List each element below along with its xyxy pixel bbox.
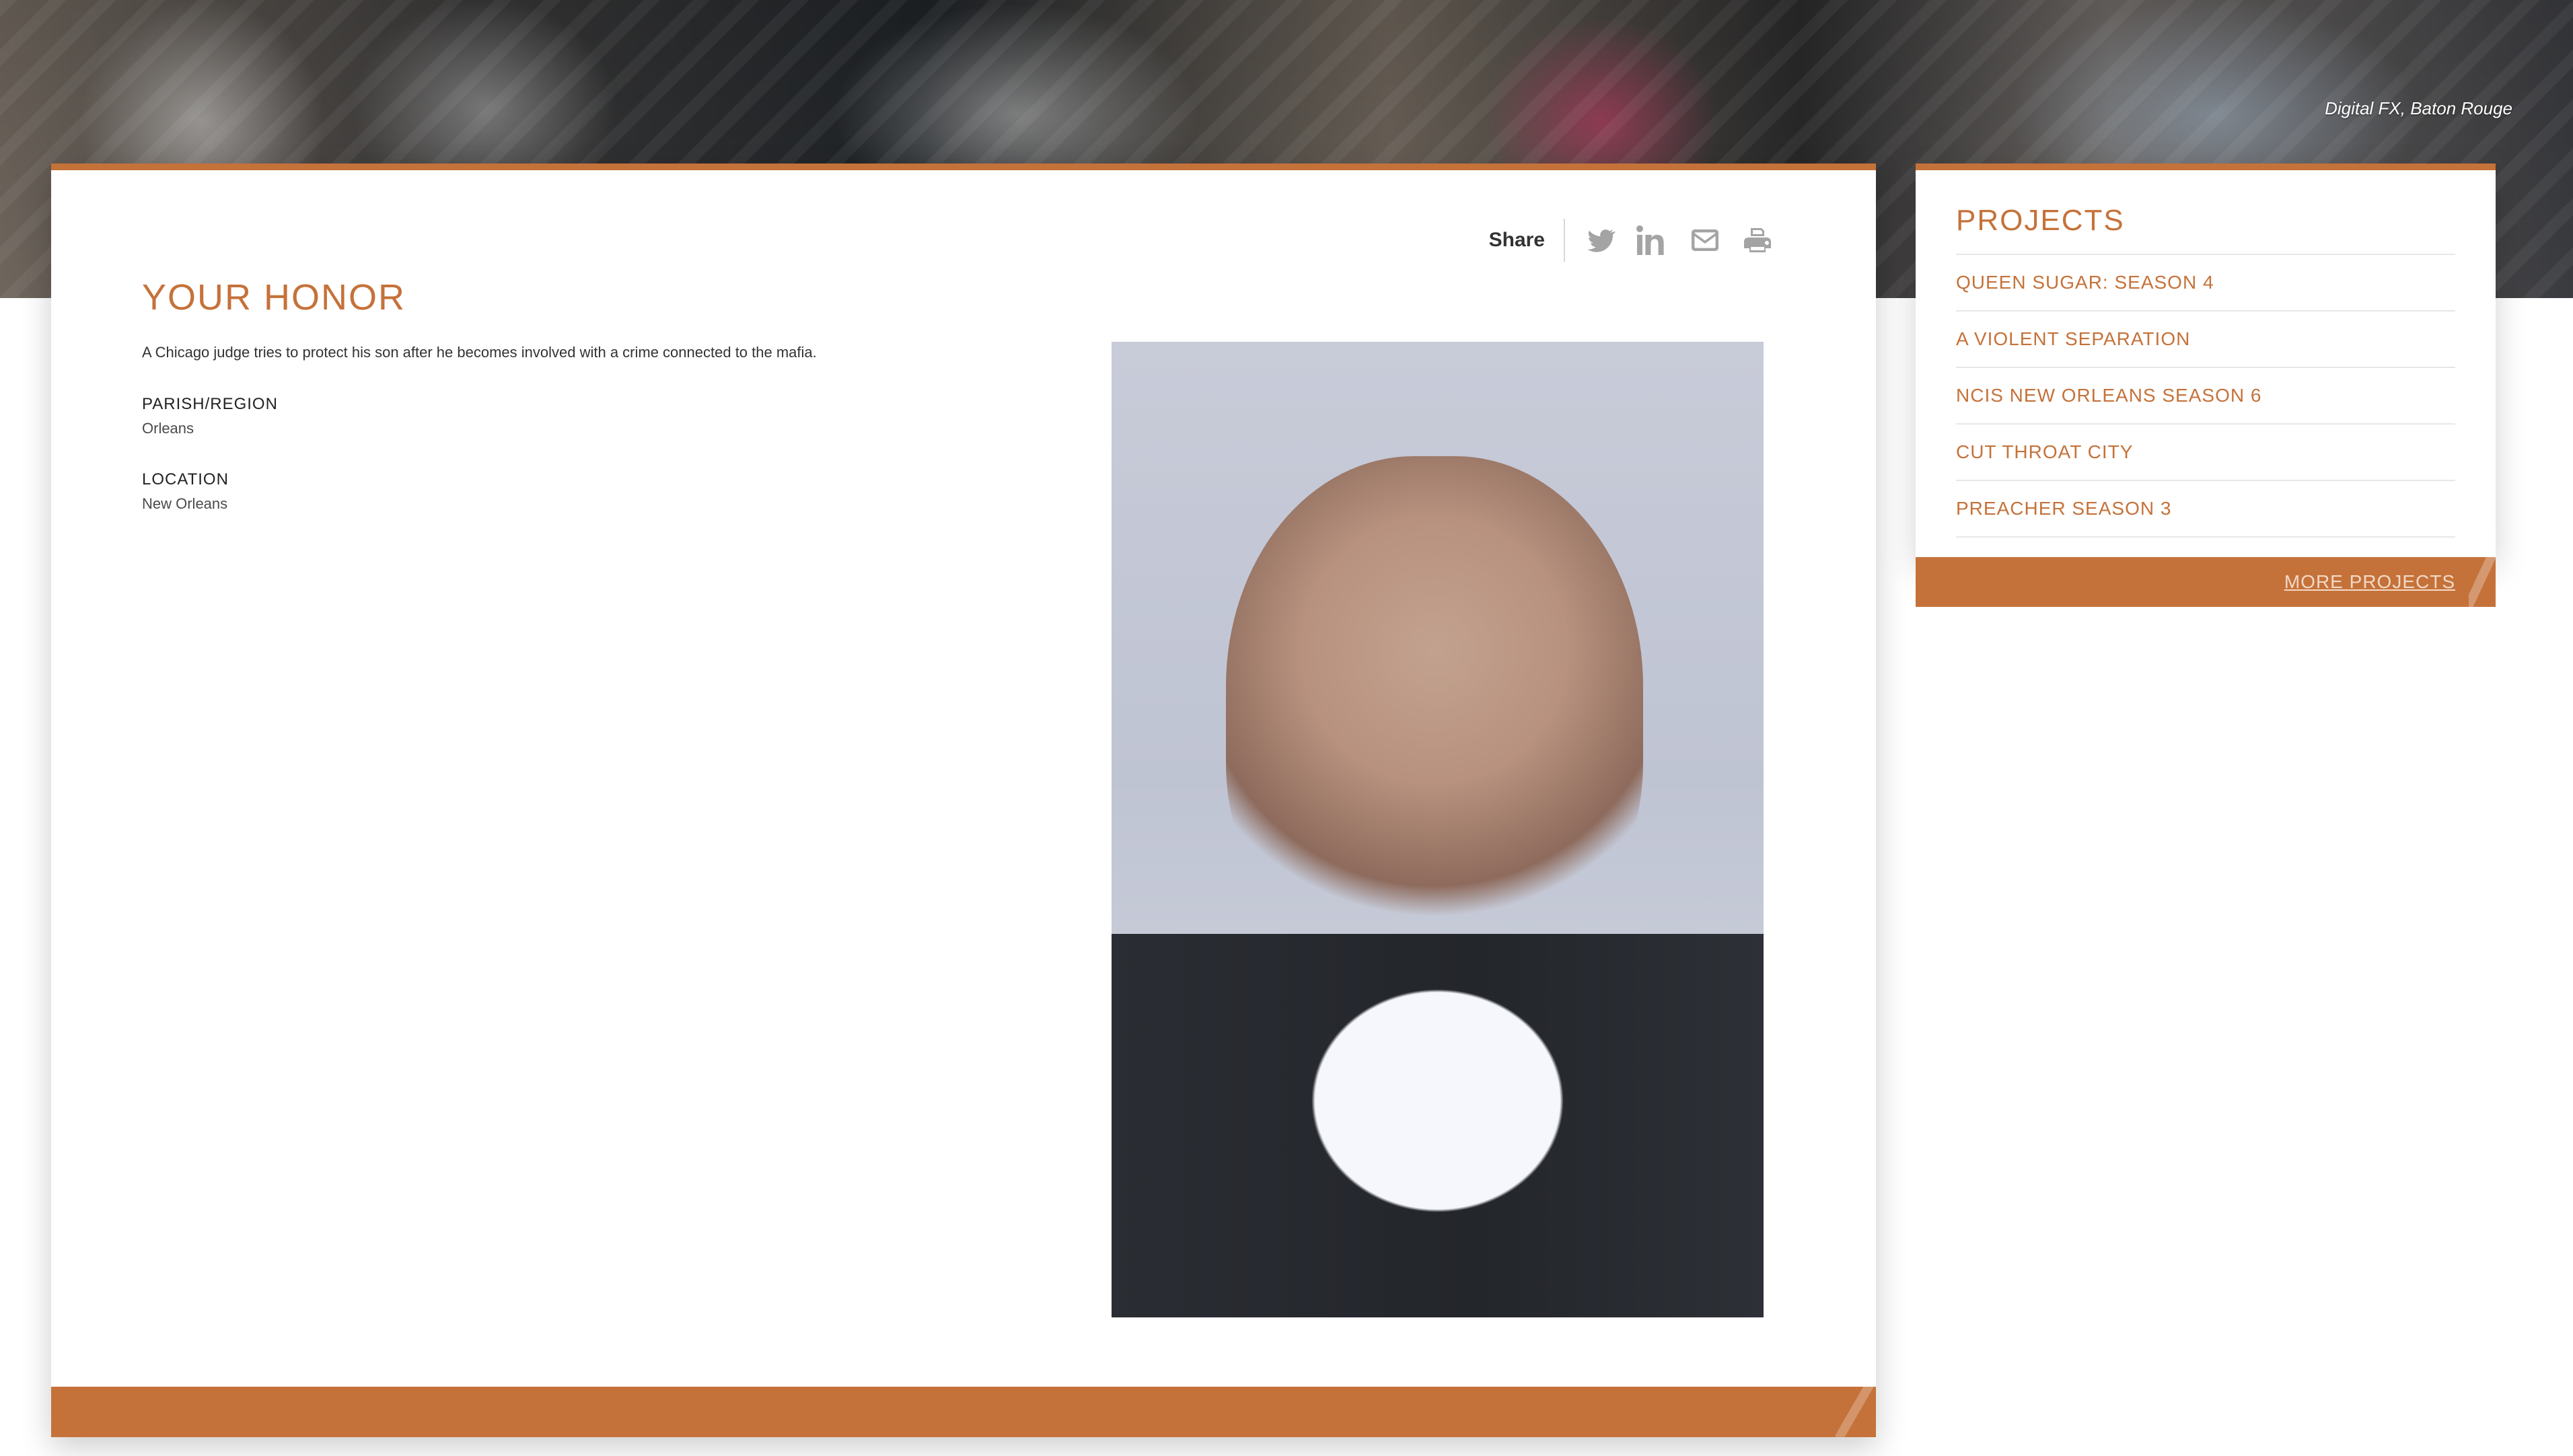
sidebar-item-label: CUT THROAT CITY	[1956, 441, 2134, 462]
projects-sidebar: PROJECTS QUEEN SUGAR: SEASON 4 A VIOLENT…	[1916, 163, 2496, 557]
sidebar-item-preacher[interactable]: PREACHER SEASON 3	[1956, 481, 2455, 538]
project-description: A Chicago judge tries to protect his son…	[142, 344, 817, 361]
project-card: Share YOUR HONOR A Chicago judge tries t…	[51, 163, 1876, 1435]
parish-label: PARISH/REGION	[142, 395, 278, 413]
mail-icon[interactable]	[1688, 223, 1723, 258]
share-label: Share	[1489, 219, 1565, 262]
sidebar-item-a-violent-separation[interactable]: A VIOLENT SEPARATION	[1956, 312, 2455, 368]
print-icon[interactable]	[1740, 223, 1775, 258]
sidebar-item-label: QUEEN SUGAR: SEASON 4	[1956, 272, 2214, 293]
projects-list: QUEEN SUGAR: SEASON 4 A VIOLENT SEPARATI…	[1956, 255, 2455, 538]
location-value: New Orleans	[142, 495, 228, 512]
project-photo	[1112, 342, 1764, 1317]
sidebar-item-queen-sugar[interactable]: QUEEN SUGAR: SEASON 4	[1956, 255, 2455, 312]
sidebar-item-label: NCIS NEW ORLEANS SEASON 6	[1956, 385, 2262, 406]
more-projects-button[interactable]: MORE PROJECTS	[1916, 557, 2496, 607]
parish-value: Orleans	[142, 420, 194, 437]
share-bar: Share	[1489, 219, 1775, 262]
sidebar-item-label: A VIOLENT SEPARATION	[1956, 328, 2191, 349]
sidebar-item-ncis-new-orleans[interactable]: NCIS NEW ORLEANS SEASON 6	[1956, 368, 2455, 425]
footer-bar	[51, 1387, 1876, 1437]
hero-caption: Digital FX, Baton Rouge	[2325, 98, 2512, 118]
page-title: YOUR HONOR	[142, 277, 406, 318]
sidebar-title: PROJECTS	[1956, 204, 2125, 237]
location-label: LOCATION	[142, 470, 229, 488]
sidebar-item-label: PREACHER SEASON 3	[1956, 498, 2172, 519]
sidebar-item-cut-throat-city[interactable]: CUT THROAT CITY	[1956, 425, 2455, 481]
linkedin-icon[interactable]	[1635, 223, 1670, 258]
twitter-icon[interactable]	[1583, 223, 1618, 258]
